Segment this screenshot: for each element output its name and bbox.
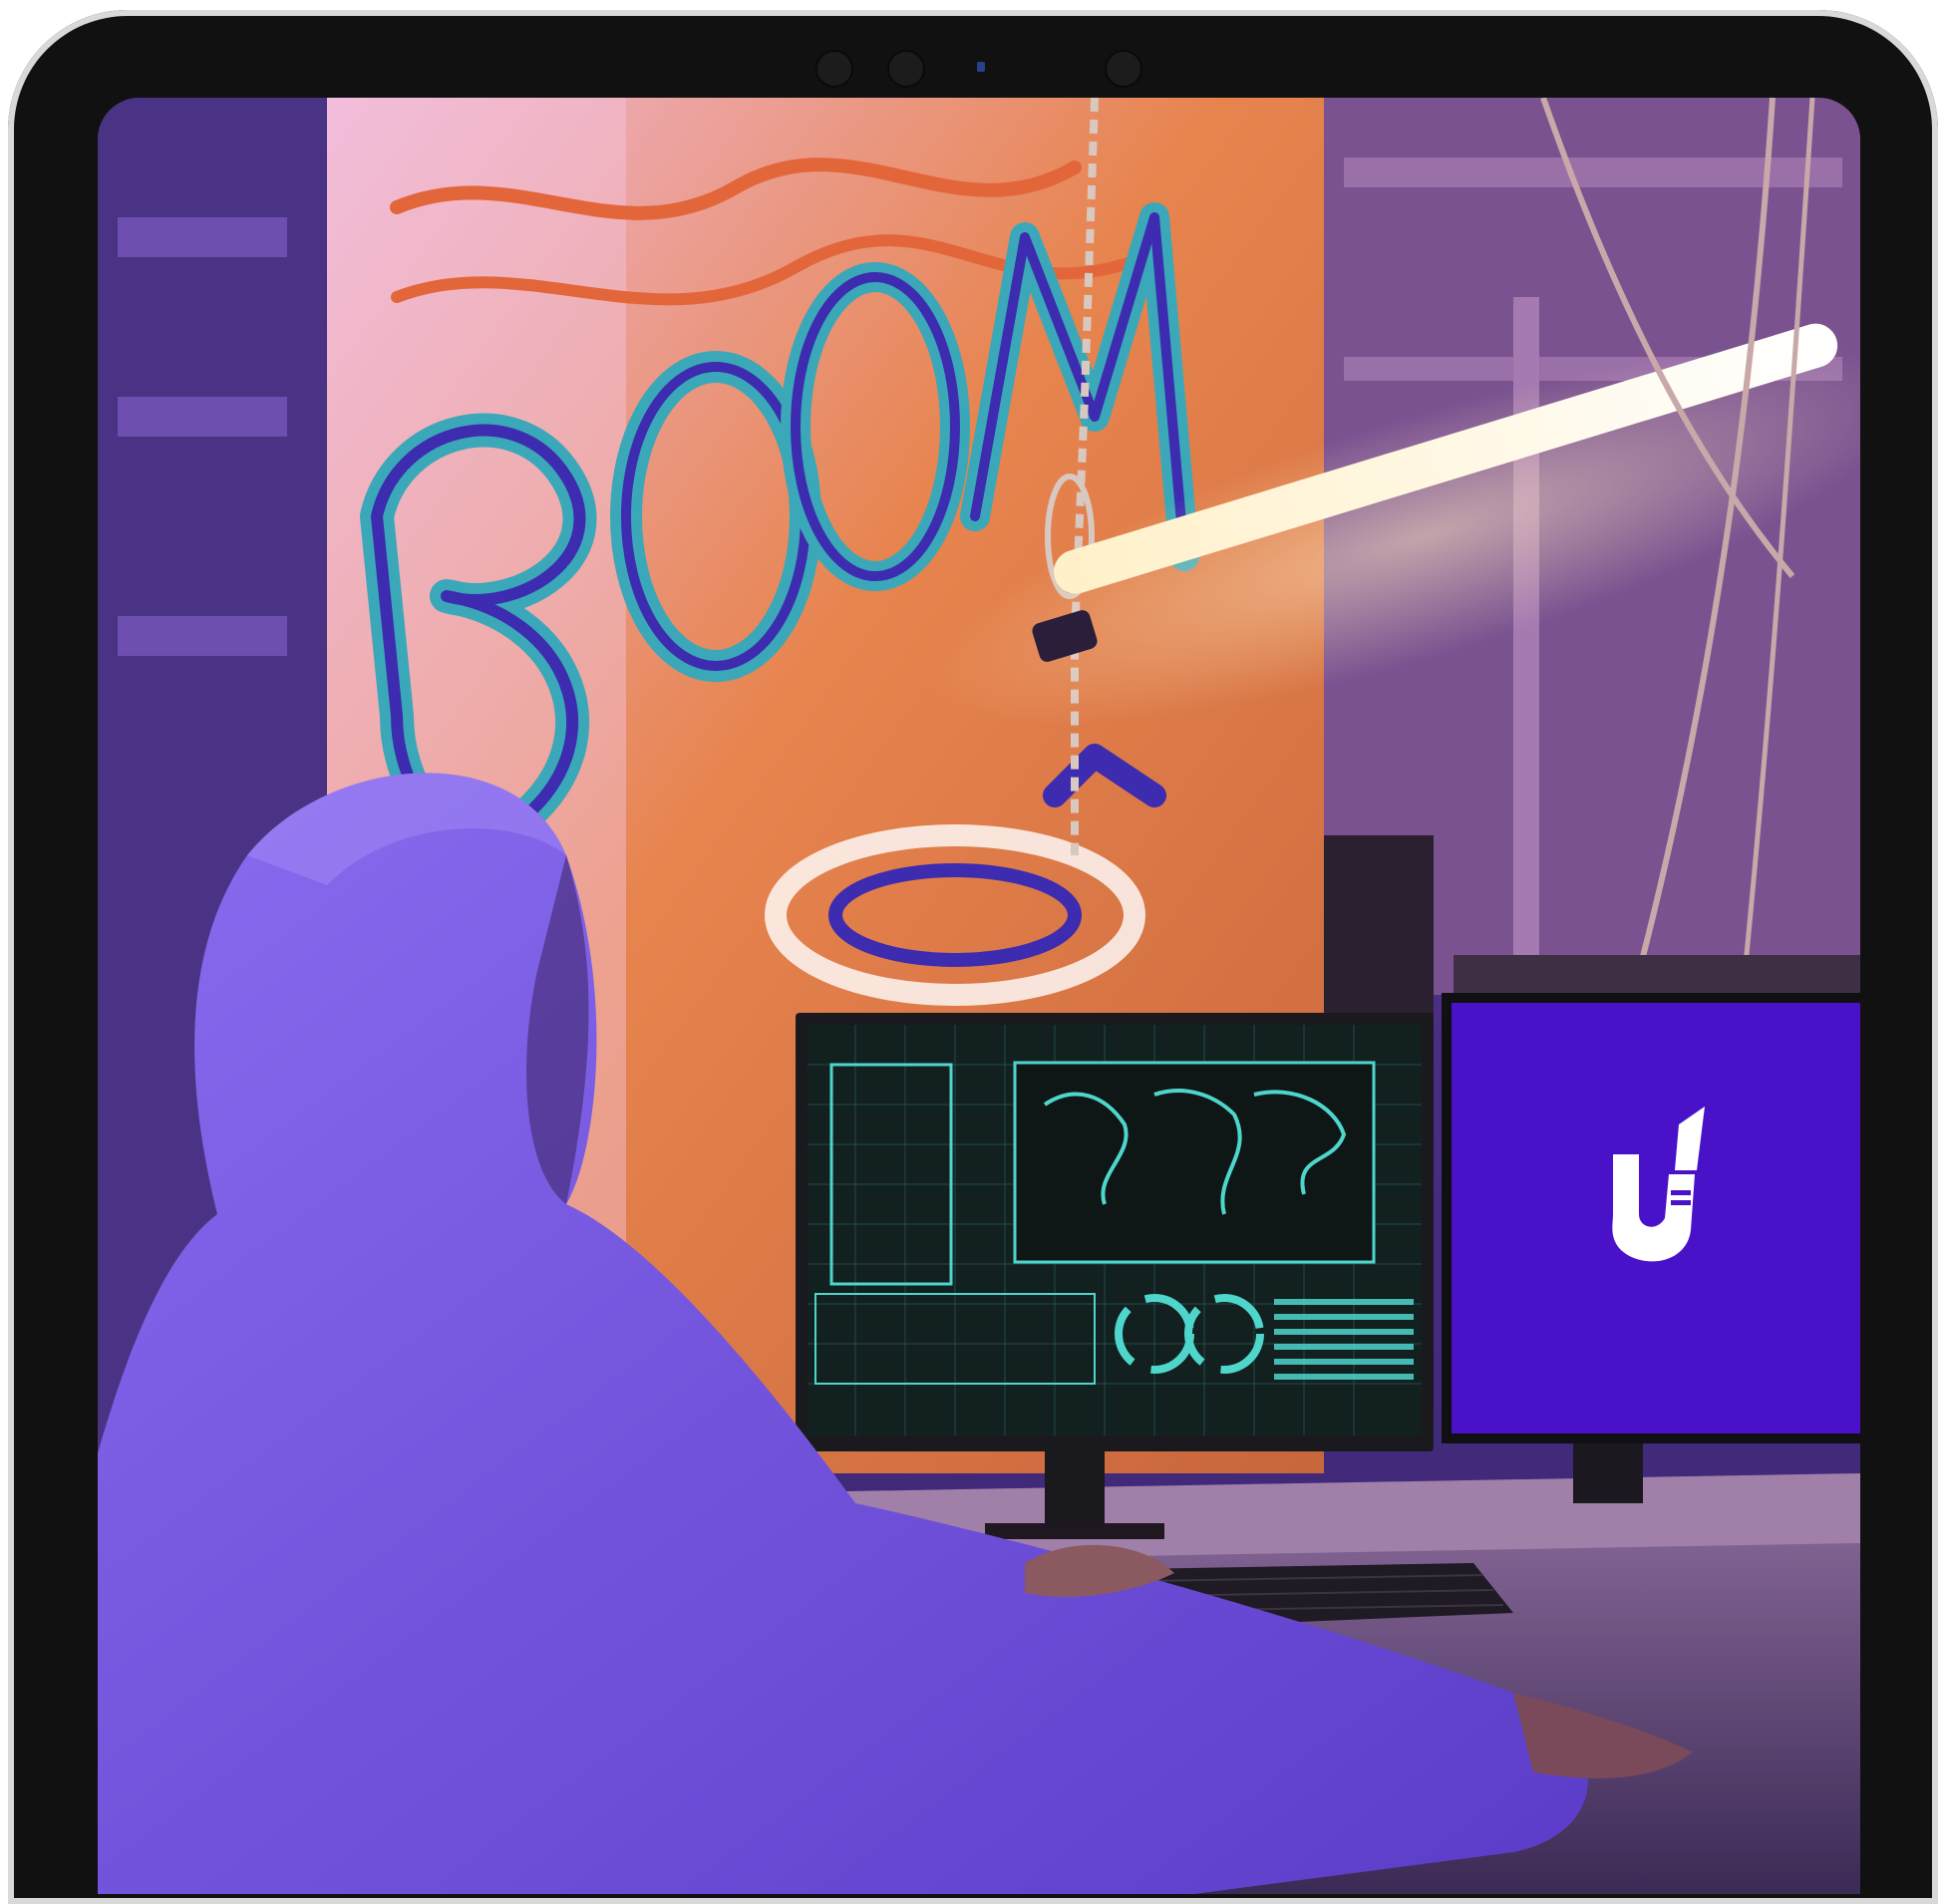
- camera-lens-icon: [815, 50, 853, 88]
- hacker-scene-photo: [98, 98, 1860, 1894]
- right-monitor: [1442, 993, 1860, 1503]
- indicator-light-icon: [977, 62, 985, 72]
- camera-lens-icon: [887, 50, 925, 88]
- tablet-screen: [98, 98, 1860, 1894]
- camera-bar: [806, 42, 1144, 92]
- sensor-icon: [1105, 50, 1142, 88]
